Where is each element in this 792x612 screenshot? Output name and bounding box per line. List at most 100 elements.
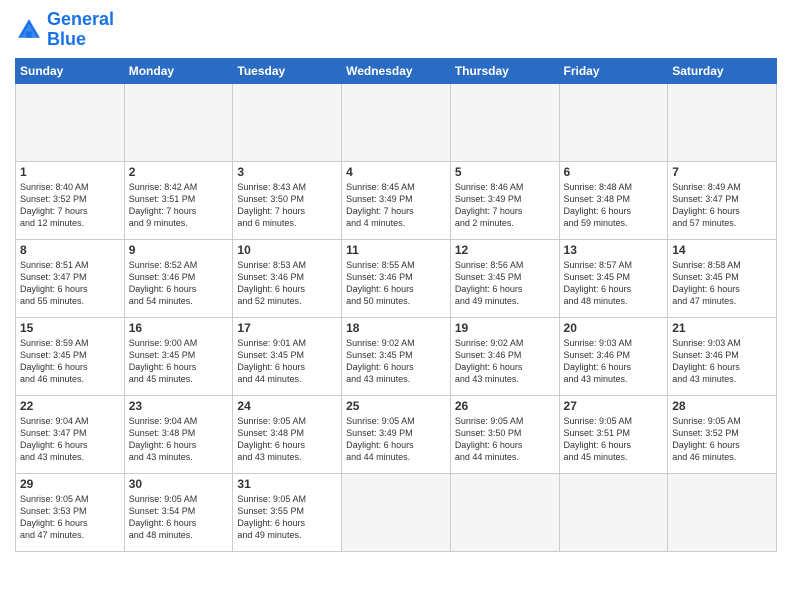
week-row-4: 22 Sunrise: 9:04 AM Sunset: 3:47 PM Dayli… — [16, 395, 777, 473]
day-content: Sunrise: 9:04 AM Sunset: 3:48 PM Dayligh… — [129, 415, 229, 464]
day-number: 30 — [129, 477, 229, 491]
day-content: Sunrise: 8:55 AM Sunset: 3:46 PM Dayligh… — [346, 259, 446, 308]
day-number: 10 — [237, 243, 337, 257]
calendar-cell: 22 Sunrise: 9:04 AM Sunset: 3:47 PM Dayli… — [16, 395, 125, 473]
calendar-cell: 25 Sunrise: 9:05 AM Sunset: 3:49 PM Dayli… — [342, 395, 451, 473]
day-number: 6 — [564, 165, 664, 179]
day-content: Sunrise: 9:05 AM Sunset: 3:51 PM Dayligh… — [564, 415, 664, 464]
day-number: 5 — [455, 165, 555, 179]
day-number: 13 — [564, 243, 664, 257]
calendar-cell: 16Sunrise: 9:00 AM Sunset: 3:45 PM Dayli… — [124, 317, 233, 395]
week-row-0 — [16, 83, 777, 161]
day-content: Sunrise: 9:04 AM Sunset: 3:47 PM Dayligh… — [20, 415, 120, 464]
calendar-cell: 15 Sunrise: 8:59 AM Sunset: 3:45 PM Dayli… — [16, 317, 125, 395]
day-content: Sunrise: 9:00 AM Sunset: 3:45 PM Dayligh… — [129, 337, 229, 386]
calendar-table: SundayMondayTuesdayWednesdayThursdayFrid… — [15, 58, 777, 552]
page-container: General Blue SundayMondayTuesdayWednesda… — [0, 0, 792, 562]
week-row-1: 1 Sunrise: 8:40 AM Sunset: 3:52 PM Daylig… — [16, 161, 777, 239]
day-number: 26 — [455, 399, 555, 413]
day-number: 27 — [564, 399, 664, 413]
calendar-cell: 27 Sunrise: 9:05 AM Sunset: 3:51 PM Dayli… — [559, 395, 668, 473]
calendar-cell: 1 Sunrise: 8:40 AM Sunset: 3:52 PM Daylig… — [16, 161, 125, 239]
day-content: Sunrise: 9:02 AM Sunset: 3:46 PM Dayligh… — [455, 337, 555, 386]
logo-text: General Blue — [47, 10, 114, 50]
calendar-cell: 2 Sunrise: 8:42 AM Sunset: 3:51 PM Daylig… — [124, 161, 233, 239]
calendar-cell: 5 Sunrise: 8:46 AM Sunset: 3:49 PM Daylig… — [450, 161, 559, 239]
day-number: 18 — [346, 321, 446, 335]
day-number: 15 — [20, 321, 120, 335]
day-number: 28 — [672, 399, 772, 413]
day-number: 19 — [455, 321, 555, 335]
day-content: Sunrise: 8:43 AM Sunset: 3:50 PM Dayligh… — [237, 181, 337, 230]
calendar-cell — [559, 473, 668, 551]
day-number: 22 — [20, 399, 120, 413]
day-number: 20 — [564, 321, 664, 335]
calendar-cell: 7 Sunrise: 8:49 AM Sunset: 3:47 PM Daylig… — [668, 161, 777, 239]
calendar-cell — [559, 83, 668, 161]
calendar-cell: 29Sunrise: 9:05 AM Sunset: 3:53 PM Dayli… — [16, 473, 125, 551]
header-cell-wednesday: Wednesday — [342, 58, 451, 83]
calendar-cell: 18 Sunrise: 9:02 AM Sunset: 3:45 PM Dayli… — [342, 317, 451, 395]
week-row-2: 8Sunrise: 8:51 AM Sunset: 3:47 PM Daylig… — [16, 239, 777, 317]
day-content: Sunrise: 8:52 AM Sunset: 3:46 PM Dayligh… — [129, 259, 229, 308]
day-number: 24 — [237, 399, 337, 413]
day-number: 4 — [346, 165, 446, 179]
calendar-cell — [233, 83, 342, 161]
day-content: Sunrise: 8:40 AM Sunset: 3:52 PM Dayligh… — [20, 181, 120, 230]
calendar-cell: 8Sunrise: 8:51 AM Sunset: 3:47 PM Daylig… — [16, 239, 125, 317]
day-number: 12 — [455, 243, 555, 257]
day-content: Sunrise: 8:42 AM Sunset: 3:51 PM Dayligh… — [129, 181, 229, 230]
logo-icon — [15, 16, 43, 44]
day-content: Sunrise: 9:03 AM Sunset: 3:46 PM Dayligh… — [672, 337, 772, 386]
header-cell-monday: Monday — [124, 58, 233, 83]
header-cell-saturday: Saturday — [668, 58, 777, 83]
calendar-cell: 31 Sunrise: 9:05 AM Sunset: 3:55 PM Dayli… — [233, 473, 342, 551]
day-content: Sunrise: 9:05 AM Sunset: 3:49 PM Dayligh… — [346, 415, 446, 464]
day-number: 17 — [237, 321, 337, 335]
day-content: Sunrise: 9:05 AM Sunset: 3:52 PM Dayligh… — [672, 415, 772, 464]
day-number: 9 — [129, 243, 229, 257]
header: General Blue — [15, 10, 777, 50]
day-content: Sunrise: 8:49 AM Sunset: 3:47 PM Dayligh… — [672, 181, 772, 230]
day-content: Sunrise: 8:59 AM Sunset: 3:45 PM Dayligh… — [20, 337, 120, 386]
day-number: 31 — [237, 477, 337, 491]
day-content: Sunrise: 8:56 AM Sunset: 3:45 PM Dayligh… — [455, 259, 555, 308]
calendar-cell: 6 Sunrise: 8:48 AM Sunset: 3:48 PM Daylig… — [559, 161, 668, 239]
calendar-cell — [124, 83, 233, 161]
day-number: 3 — [237, 165, 337, 179]
calendar-cell — [450, 473, 559, 551]
header-cell-sunday: Sunday — [16, 58, 125, 83]
calendar-cell — [342, 83, 451, 161]
day-content: Sunrise: 8:45 AM Sunset: 3:49 PM Dayligh… — [346, 181, 446, 230]
day-number: 23 — [129, 399, 229, 413]
header-row: SundayMondayTuesdayWednesdayThursdayFrid… — [16, 58, 777, 83]
day-number: 2 — [129, 165, 229, 179]
header-cell-thursday: Thursday — [450, 58, 559, 83]
day-content: Sunrise: 9:05 AM Sunset: 3:55 PM Dayligh… — [237, 493, 337, 542]
day-content: Sunrise: 8:58 AM Sunset: 3:45 PM Dayligh… — [672, 259, 772, 308]
calendar-cell — [450, 83, 559, 161]
day-content: Sunrise: 9:03 AM Sunset: 3:46 PM Dayligh… — [564, 337, 664, 386]
day-content: Sunrise: 9:02 AM Sunset: 3:45 PM Dayligh… — [346, 337, 446, 386]
day-content: Sunrise: 8:46 AM Sunset: 3:49 PM Dayligh… — [455, 181, 555, 230]
day-number: 25 — [346, 399, 446, 413]
calendar-cell — [668, 83, 777, 161]
calendar-cell: 9 Sunrise: 8:52 AM Sunset: 3:46 PM Daylig… — [124, 239, 233, 317]
day-content: Sunrise: 8:48 AM Sunset: 3:48 PM Dayligh… — [564, 181, 664, 230]
calendar-cell: 28 Sunrise: 9:05 AM Sunset: 3:52 PM Dayli… — [668, 395, 777, 473]
day-number: 7 — [672, 165, 772, 179]
calendar-cell: 23 Sunrise: 9:04 AM Sunset: 3:48 PM Dayli… — [124, 395, 233, 473]
calendar-cell: 11Sunrise: 8:55 AM Sunset: 3:46 PM Dayli… — [342, 239, 451, 317]
day-number: 1 — [20, 165, 120, 179]
header-cell-tuesday: Tuesday — [233, 58, 342, 83]
calendar-cell: 30 Sunrise: 9:05 AM Sunset: 3:54 PM Dayli… — [124, 473, 233, 551]
week-row-3: 15 Sunrise: 8:59 AM Sunset: 3:45 PM Dayli… — [16, 317, 777, 395]
calendar-cell: 24Sunrise: 9:05 AM Sunset: 3:48 PM Dayli… — [233, 395, 342, 473]
calendar-cell — [668, 473, 777, 551]
calendar-cell: 12 Sunrise: 8:56 AM Sunset: 3:45 PM Dayli… — [450, 239, 559, 317]
day-number: 8 — [20, 243, 120, 257]
day-content: Sunrise: 9:05 AM Sunset: 3:54 PM Dayligh… — [129, 493, 229, 542]
calendar-cell: 4 Sunrise: 8:45 AM Sunset: 3:49 PM Daylig… — [342, 161, 451, 239]
calendar-cell: 14Sunrise: 8:58 AM Sunset: 3:45 PM Dayli… — [668, 239, 777, 317]
week-row-5: 29Sunrise: 9:05 AM Sunset: 3:53 PM Dayli… — [16, 473, 777, 551]
